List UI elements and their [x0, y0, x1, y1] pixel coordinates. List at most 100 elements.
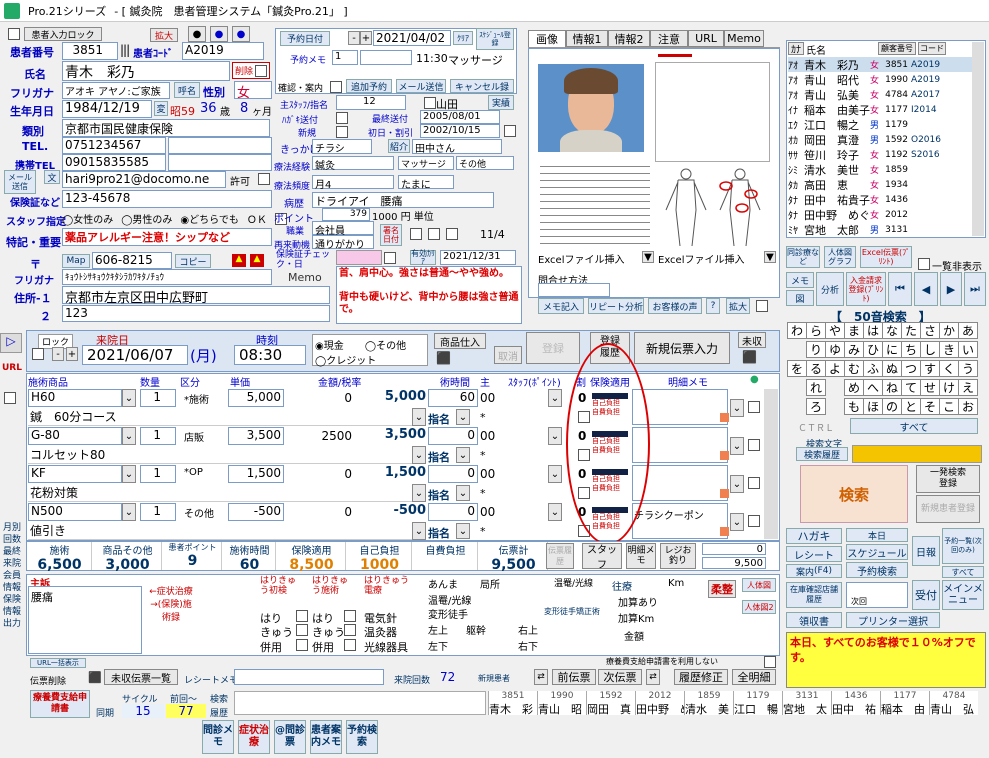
yoyaku-list-button[interactable]: 予約一覧(次回のみ) [942, 528, 984, 564]
item-qty[interactable]: 1 [140, 465, 176, 483]
staff-button[interactable]: スタッフ [582, 543, 622, 571]
expand-button[interactable]: 拡大 [150, 28, 178, 42]
notice-small-check[interactable] [764, 656, 776, 668]
addr1-field[interactable]: 京都市左京区田中広野町 [62, 286, 330, 306]
revisit-select[interactable]: 通りがかり [312, 235, 374, 251]
lock-checkbox[interactable] [8, 28, 20, 40]
history-strip-item[interactable]: 2012 田中野 め [635, 691, 684, 715]
quick-search-button[interactable]: 一発検索 登録 [916, 465, 980, 493]
item-time[interactable]: 0 [428, 465, 478, 483]
kana-key[interactable]: や [825, 322, 845, 339]
subete-button[interactable]: すべて [942, 566, 984, 578]
nippo-button[interactable]: 日報 [912, 536, 940, 566]
history-strip-item[interactable]: 1177 稲本 由 [880, 691, 929, 715]
addr2-field[interactable]: 123 [62, 305, 330, 322]
excel-slip-button[interactable]: Excel伝票(ﾌﾟﾘﾝﾄ) [860, 246, 912, 268]
cancel-button[interactable]: 取消 [494, 346, 522, 364]
mobile-extra-field[interactable] [168, 154, 272, 171]
kana-key[interactable]: ら [806, 322, 826, 339]
item-row-check[interactable] [748, 477, 760, 489]
new-checkbox[interactable] [336, 126, 348, 138]
table-row[interactable]: N500 ⌄ 1 その他 -500 0 -500 0 00 ⌄ 0 自己負担 自費… [28, 503, 776, 541]
swap-icon[interactable]: ⇄ [534, 669, 548, 685]
unpaid-icon[interactable]: ⬛ [742, 350, 757, 364]
yoyaku-search-button[interactable]: 予約検索 [846, 562, 908, 578]
patient-list-row[interactable]: ｼﾐ 清水 美世 女 1859 [788, 162, 984, 178]
schedule-button[interactable]: スケジュール [846, 544, 908, 560]
name-check-box2[interactable] [428, 228, 440, 240]
job-select[interactable]: 会社員 [312, 221, 374, 237]
orange-icon[interactable] [720, 489, 729, 498]
item-memo-dropdown[interactable]: ⌄ [730, 513, 744, 531]
patient-list-row[interactable]: ﾐﾔ 宮地 太郎 男 3131 [788, 222, 984, 238]
visit-date-minus[interactable]: - [52, 347, 64, 361]
last-nav-icon[interactable]: ⏭ [964, 272, 986, 306]
tab-caution[interactable]: 注意 [650, 30, 688, 47]
annai-button[interactable]: 案内 (F4) [786, 564, 842, 578]
history-fix-button[interactable]: 履歴修正 [674, 669, 728, 685]
patient-list-row[interactable]: ｴｸ 江口 暢之 男 1179 [788, 117, 984, 133]
lock-button[interactable]: 患者入力ロック [24, 27, 102, 41]
appt-date-button[interactable]: 予約日付 [280, 31, 330, 46]
item-staff-dropdown[interactable]: ⌄ [548, 389, 562, 407]
expand-image-button[interactable]: 拡大 [726, 298, 750, 314]
help-button[interactable]: ? [706, 298, 720, 314]
hagaki-button[interactable]: ハガキ [786, 528, 842, 544]
kana-key[interactable]: ほ [863, 398, 883, 415]
tab-info1[interactable]: 情報1 [566, 30, 608, 47]
visit-time-field[interactable]: 08:30 [234, 345, 306, 365]
trigger-select[interactable]: チラシ [312, 139, 372, 155]
complaint-field[interactable]: 腰痛 [28, 586, 142, 654]
item-table-scrollbar[interactable] [764, 389, 778, 539]
change-field[interactable]: 9,500 [702, 557, 766, 569]
special-field[interactable]: 薬品アレルギー注意！シップなど [62, 228, 272, 246]
hist3-select[interactable]: その他 [456, 156, 514, 170]
excel-insert-2[interactable]: Excelファイル挿入 [658, 251, 745, 266]
cash-radio[interactable]: ◉現金 [315, 341, 344, 352]
period-button[interactable]: 有効ｶﾘｱ [410, 249, 436, 265]
kana-key[interactable]: わ [787, 322, 807, 339]
item-qty[interactable]: 1 [140, 427, 176, 445]
kana-key[interactable]: し [920, 341, 940, 358]
left-side-link[interactable]: 来院 [0, 558, 24, 570]
sex-select[interactable]: 女 [234, 81, 272, 101]
all-detail-button[interactable]: 全明細 [732, 669, 776, 685]
printer-select-button[interactable]: プリンター選択 [846, 612, 940, 628]
item-time[interactable]: 0 [428, 427, 478, 445]
table-row[interactable]: H60 ⌄ 1 *施術 5,000 0 5,000 60 00 ⌄ 0 自己負担… [28, 389, 776, 427]
kana-key[interactable]: ま [844, 322, 864, 339]
kana-key[interactable]: い [958, 341, 978, 358]
first-visit-checkbox[interactable] [504, 125, 516, 137]
action-button[interactable]: 患者案内メモ [310, 720, 342, 754]
kana-key[interactable]: め [844, 379, 864, 396]
other-radio[interactable]: ◯その他 [365, 341, 406, 352]
patient-list-row[interactable]: ﾀｶ 高田 恵 女 1934 [788, 177, 984, 193]
intro-field[interactable]: 田中さん [412, 139, 502, 155]
heiyo-2-check[interactable] [344, 639, 356, 651]
repeat-analysis-button[interactable]: リピート分析 [588, 298, 644, 314]
left-side-link[interactable]: 情報 [0, 606, 24, 618]
item-code[interactable]: KF [28, 465, 122, 483]
first-nav-icon[interactable]: ⏮ [888, 272, 912, 306]
item-qty[interactable]: 1 [140, 389, 176, 407]
receipt-button[interactable]: レシート [786, 546, 842, 562]
item-row-check[interactable] [748, 401, 760, 413]
seiryo-button[interactable]: 療養費支給申請書 [30, 690, 90, 718]
appt-memo-extra[interactable] [360, 50, 412, 65]
kana-key[interactable]: み [844, 341, 864, 358]
kana-key[interactable]: そ [920, 398, 940, 415]
kana-key[interactable]: を [787, 360, 807, 377]
item-price[interactable]: 5,000 [228, 389, 284, 407]
staff-any-radio[interactable]: ◉どちらでも [180, 211, 238, 226]
appt-add-button[interactable]: 追加予約 [346, 79, 392, 93]
item-name-dropdown[interactable]: ⌄ [412, 408, 426, 426]
url-label[interactable]: URL [2, 363, 22, 373]
first-visit-field[interactable]: 2002/10/15 [420, 124, 500, 138]
patient-list-row[interactable]: ﾀﾅ 田中野 めぐみ女 2012 [788, 207, 984, 223]
honjitsu-button[interactable]: 本日 [846, 528, 908, 542]
judo-button[interactable]: 柔整 [708, 580, 736, 598]
mail-icon[interactable]: 文 [44, 170, 60, 184]
list-header-no[interactable]: 顧客番号 [878, 42, 916, 55]
freq2-select[interactable]: たまに [398, 175, 454, 191]
item-staff-dropdown[interactable]: ⌄ [548, 465, 562, 483]
